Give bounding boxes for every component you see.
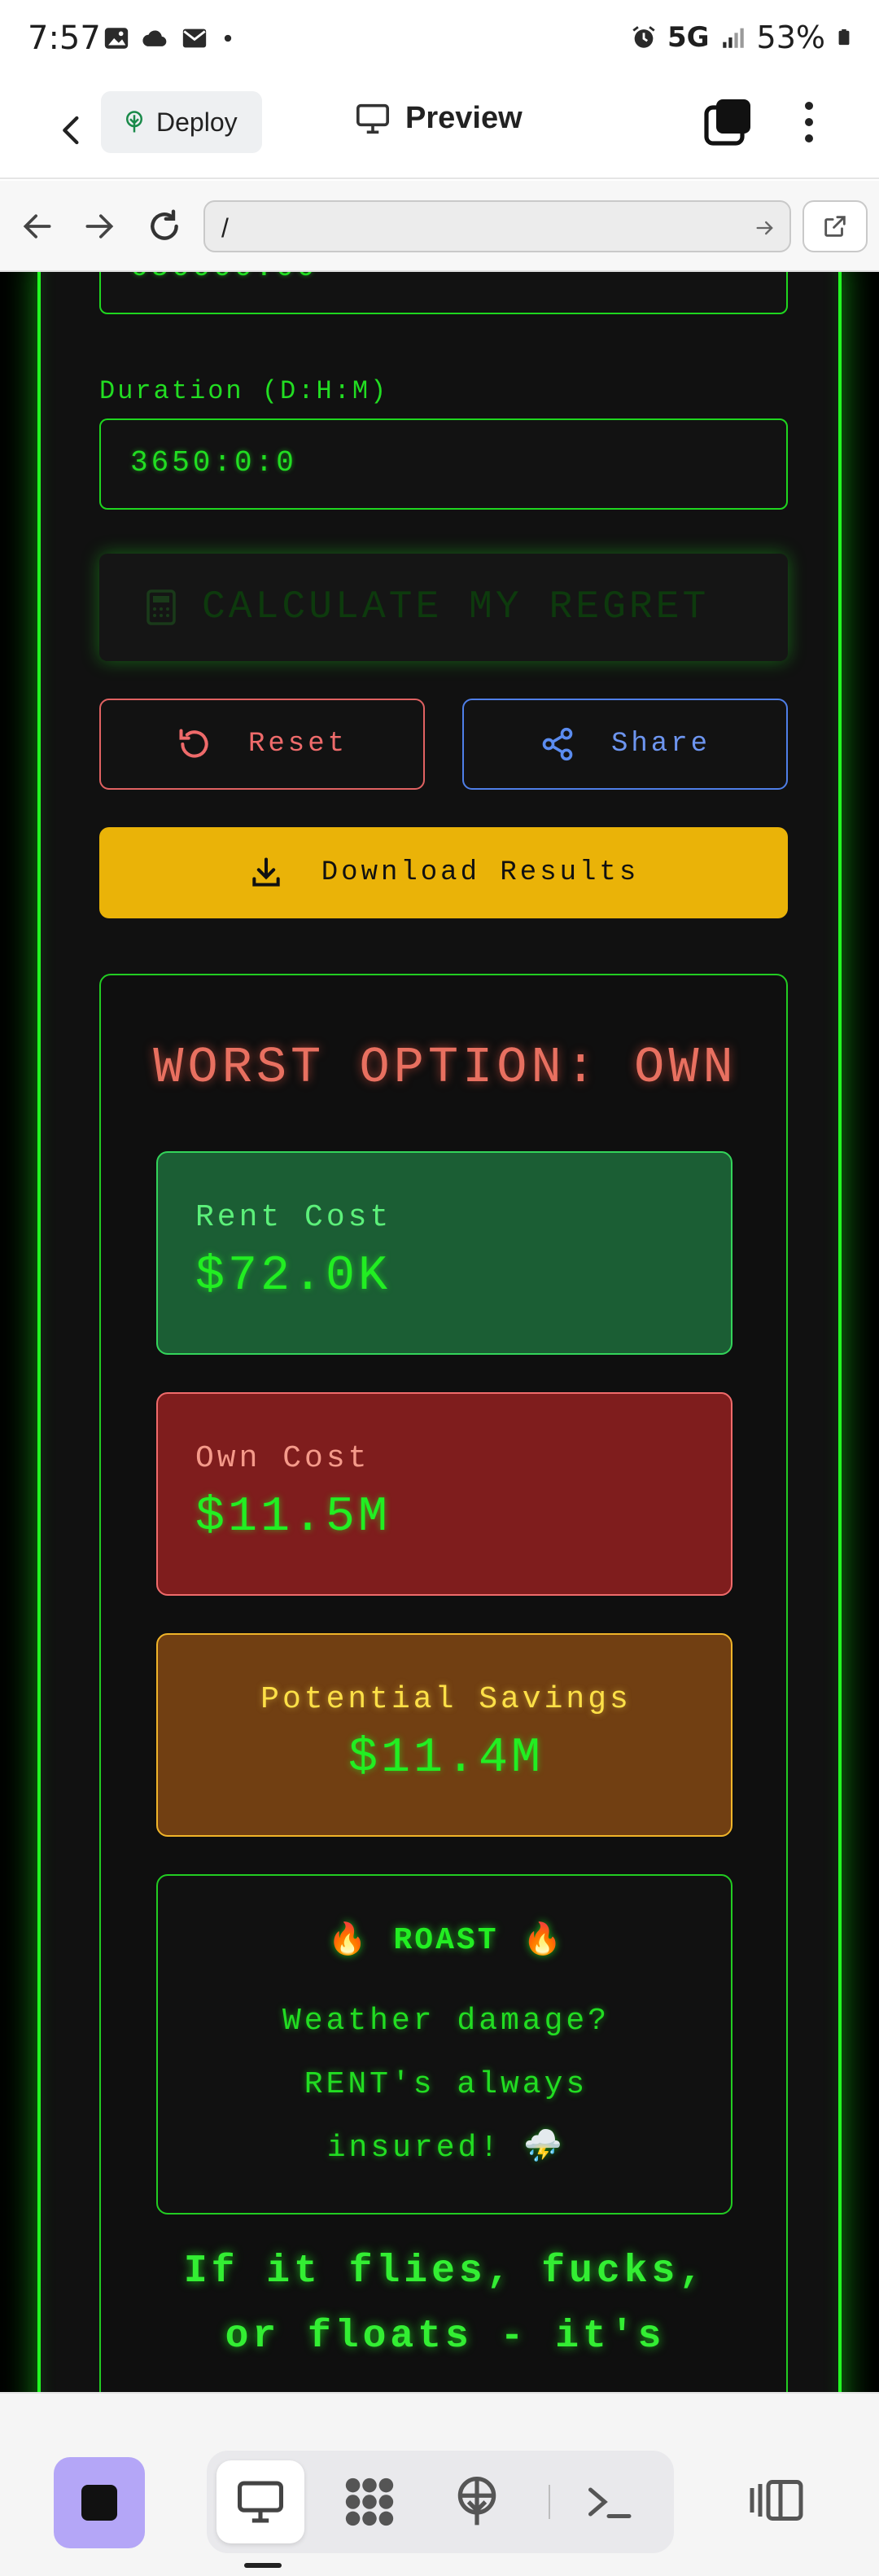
image-icon [104, 28, 129, 49]
side-panel-icon [750, 2480, 803, 2521]
monitor-icon [238, 2481, 283, 2523]
bottom-toolbar [0, 2392, 879, 2576]
notification-icons [103, 24, 236, 52]
reset-button[interactable]: Reset [99, 699, 425, 790]
chevron-left-icon [63, 116, 79, 145]
url-field[interactable] [203, 200, 791, 252]
toolbar-divider [549, 2485, 550, 2519]
more-dot-icon [805, 118, 813, 126]
home-indicator [244, 2563, 282, 2568]
network-type: 5G [667, 21, 710, 54]
status-time: 7:57 [28, 20, 101, 57]
console-tool-button[interactable] [565, 2460, 653, 2543]
share-icon [542, 727, 573, 761]
potential-savings-value: $11.4M [348, 1731, 544, 1786]
more-dot-icon [805, 102, 813, 110]
rent-cost-box: Rent Cost $72.0K [156, 1151, 732, 1355]
nodes-grid-icon [345, 2477, 394, 2526]
refresh-icon[interactable] [146, 208, 182, 244]
fire-icon: 🔥 [523, 1924, 564, 1959]
deploy-label: Deploy [156, 107, 238, 137]
open-external-button[interactable] [802, 200, 868, 252]
results-card: WORST OPTION: OWN Rent Cost $72.0K Own C… [99, 974, 788, 2392]
download-icon [252, 857, 280, 887]
deploy-tool-button[interactable] [433, 2460, 521, 2543]
duration-value: 3650:0:0 [130, 446, 297, 480]
roast-title: ROAST [393, 1922, 499, 1958]
forward-arrow-icon[interactable] [81, 208, 117, 244]
deploy-tree-icon [457, 2477, 496, 2526]
duration-field[interactable]: 3650:0:0 [99, 418, 788, 510]
web-preview: 650000.00 Duration (D:H:M) 3650:0:0 CALC… [0, 272, 879, 2392]
roast-line: insured! ⛈️ [326, 2131, 566, 2166]
tabs-button[interactable] [702, 96, 754, 148]
preview-label: Preview [405, 101, 523, 135]
download-results-button[interactable]: Download Results [99, 827, 788, 918]
preview-tool-button[interactable] [216, 2460, 304, 2543]
worst-option-title: WORST OPTION: OWN [153, 1039, 737, 1097]
roast-box: 🔥 ROAST 🔥 Weather damage? RENT's always … [156, 1874, 732, 2215]
tabs-icon [704, 99, 750, 146]
go-arrow-icon[interactable] [754, 217, 776, 239]
battery-percent: 53% [756, 20, 825, 55]
potential-savings-label: Potential Savings [260, 1682, 632, 1717]
back-arrow-icon[interactable] [20, 208, 55, 244]
calculate-button[interactable]: CALCULATE MY REGRET [99, 554, 788, 661]
url-bar [0, 181, 879, 272]
quote-line: or floats - it's [225, 2315, 666, 2359]
reset-label: Reset [247, 729, 348, 760]
rent-cost-label: Rent Cost [195, 1200, 392, 1235]
tool-group [207, 2451, 674, 2553]
app-frame: 650000.00 Duration (D:H:M) 3650:0:0 CALC… [37, 272, 842, 2392]
roast-text: Weather damage? RENT's always insured! ⛈… [215, 1990, 677, 2180]
battery-icon [838, 28, 850, 46]
rent-cost-value: $72.0K [195, 1249, 391, 1304]
stop-button[interactable] [54, 2457, 145, 2548]
dot-icon [224, 34, 232, 42]
more-dot-icon [805, 134, 813, 142]
price-field[interactable]: 650000.00 [99, 272, 788, 314]
external-link-icon [824, 216, 846, 237]
share-button[interactable]: Share [462, 699, 788, 790]
app-header: Deploy Preview [0, 81, 879, 179]
price-value: 650000.00 [130, 272, 317, 284]
preview-title: Preview [355, 101, 523, 136]
deploy-button[interactable]: Deploy [101, 91, 262, 153]
reset-icon [179, 729, 208, 758]
download-label: Download Results [321, 857, 640, 888]
apps-tool-button[interactable] [326, 2460, 413, 2543]
quote-line: If it flies, fucks, [183, 2250, 707, 2293]
own-cost-label: Own Cost [195, 1441, 370, 1476]
quote-text: If it flies, fucks, or floats - it's [133, 2239, 757, 2369]
status-bar: 7:57 5G 53% [0, 0, 879, 81]
share-label: Share [610, 729, 711, 760]
side-panel-button[interactable] [744, 2472, 809, 2529]
back-button[interactable] [46, 106, 94, 155]
mail-icon [182, 28, 207, 48]
calculator-icon [146, 589, 176, 625]
roast-line: RENT's always [304, 2067, 588, 2102]
cloud-icon [142, 30, 167, 46]
fire-icon: 🔥 [328, 1924, 370, 1959]
signal-icon [722, 28, 744, 48]
own-cost-box: Own Cost $11.5M [156, 1392, 732, 1596]
deploy-tree-icon [126, 111, 142, 133]
more-options-button[interactable] [786, 96, 832, 148]
system-icons: 5G 53% [630, 20, 853, 55]
stop-icon [81, 2485, 117, 2521]
alarm-icon [632, 26, 655, 48]
duration-label: Duration (D:H:M) [99, 376, 389, 406]
calculate-label: CALCULATE MY REGRET [202, 585, 710, 629]
roast-line: Weather damage? [282, 2004, 610, 2039]
monitor-icon [356, 103, 389, 134]
roast-heading: 🔥 ROAST 🔥 [158, 1921, 734, 1960]
own-cost-value: $11.5M [195, 1490, 391, 1545]
terminal-icon [588, 2487, 632, 2518]
potential-savings-box: Potential Savings $11.4M [156, 1633, 732, 1837]
url-input[interactable] [221, 210, 726, 246]
